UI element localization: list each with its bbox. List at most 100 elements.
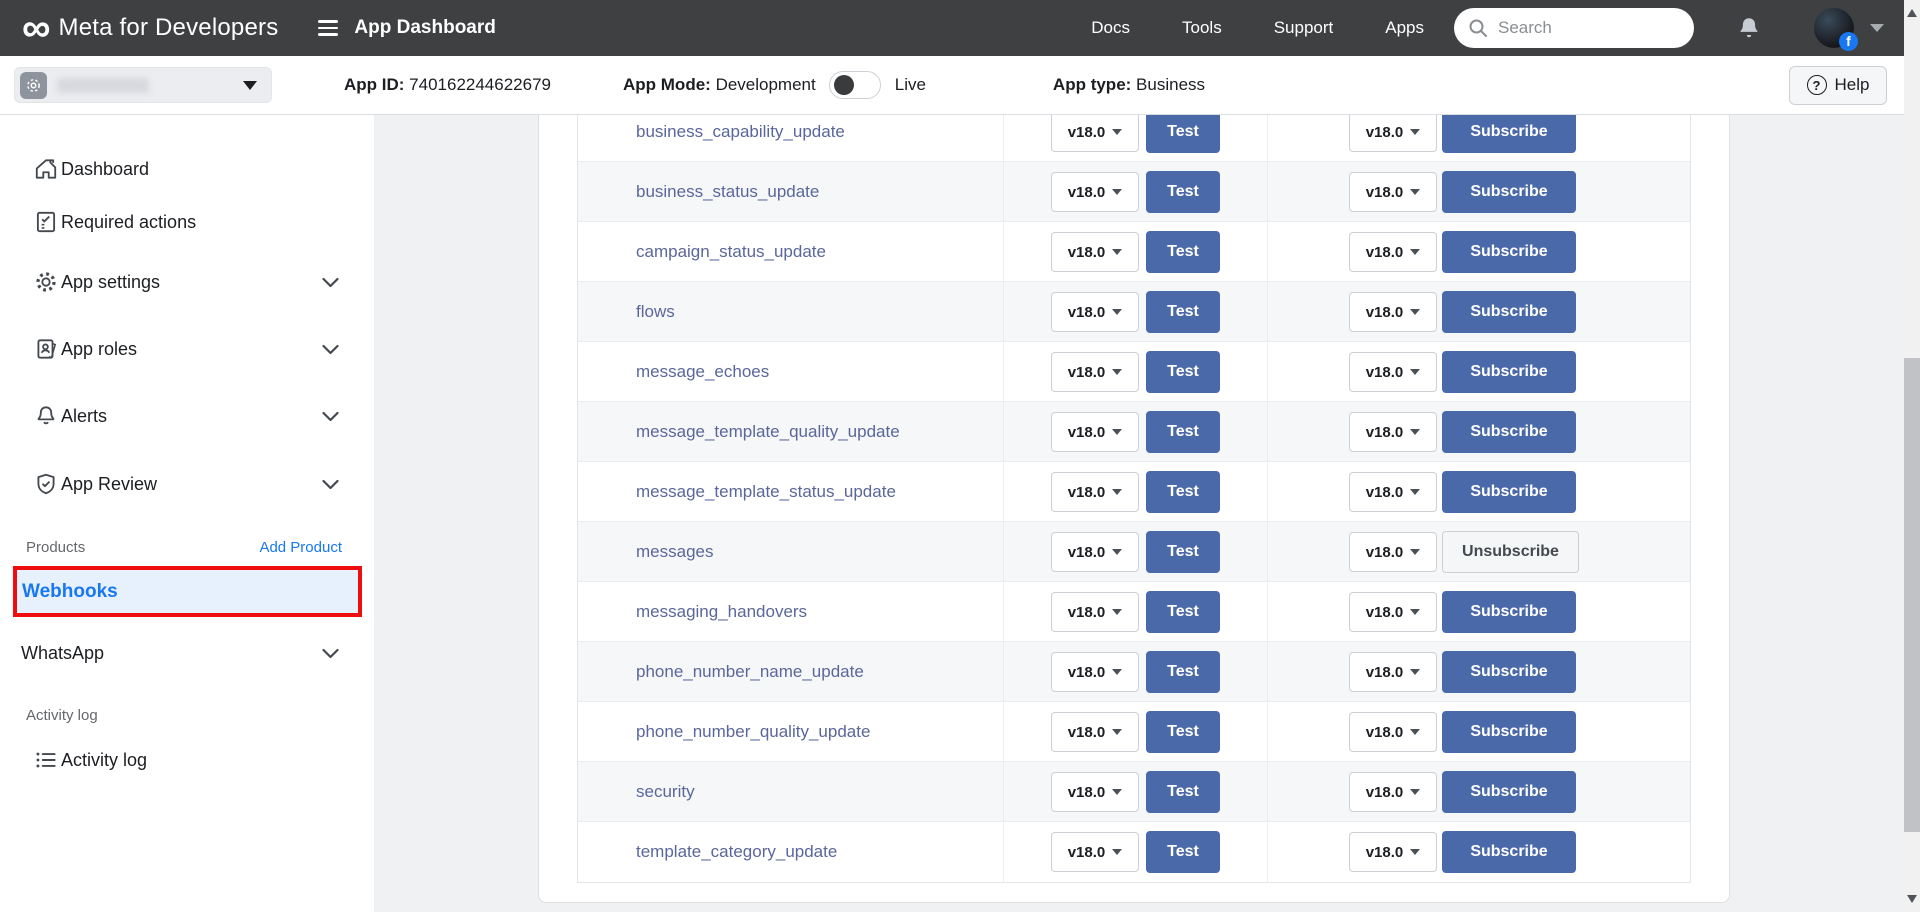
test-version-select[interactable]: v18.0 [1051,115,1139,152]
subscribe-version-select[interactable]: v18.0 [1349,592,1437,632]
test-button[interactable]: Test [1146,771,1220,813]
test-button[interactable]: Test [1146,651,1220,693]
webhook-field-link[interactable]: message_echoes [636,362,769,382]
subscribe-version-select[interactable]: v18.0 [1349,232,1437,272]
test-button[interactable]: Test [1146,591,1220,633]
test-version-select[interactable]: v18.0 [1051,652,1139,692]
test-button[interactable]: Test [1146,831,1220,873]
test-button[interactable]: Test [1146,351,1220,393]
test-version-select[interactable]: v18.0 [1051,532,1139,572]
subscribe-button[interactable]: Subscribe [1442,351,1576,393]
test-version-select[interactable]: v18.0 [1051,352,1139,392]
test-button[interactable]: Test [1146,115,1220,153]
test-version-select[interactable]: v18.0 [1051,232,1139,272]
user-avatar[interactable]: f [1814,8,1854,48]
subscribe-button[interactable]: Subscribe [1442,231,1576,273]
test-version-select[interactable]: v18.0 [1051,172,1139,212]
annotation-red-box: Webhooks [13,566,362,617]
subscribe-version-select[interactable]: v18.0 [1349,352,1437,392]
subscribe-version-select[interactable]: v18.0 [1349,412,1437,452]
test-button[interactable]: Test [1146,471,1220,513]
subscribe-version-select[interactable]: v18.0 [1349,115,1437,152]
webhook-field-link[interactable]: business_status_update [636,182,819,202]
webhook-field-link[interactable]: security [636,782,695,802]
test-version-select[interactable]: v18.0 [1051,772,1139,812]
sidebar-item-alerts[interactable]: Alerts [0,398,374,434]
subscribe-version-select[interactable]: v18.0 [1349,772,1437,812]
subscribe-version-select[interactable]: v18.0 [1349,292,1437,332]
test-version-select[interactable]: v18.0 [1051,712,1139,752]
webhook-fields-table: business_capability_update v18.0 Test v1… [577,115,1691,883]
hamburger-menu-icon[interactable] [318,20,338,36]
left-sidebar: Dashboard Required actions App settings … [0,115,374,912]
nav-link-docs[interactable]: Docs [1091,18,1130,38]
subscribe-button[interactable]: Subscribe [1442,291,1576,333]
subscribe-button[interactable]: Subscribe [1442,115,1576,153]
nav-link-tools[interactable]: Tools [1182,18,1222,38]
sidebar-item-activity-log[interactable]: Activity log [0,742,374,778]
webhook-field-link[interactable]: template_category_update [636,842,837,862]
caret-down-icon [1112,489,1122,495]
app-selector-caret-icon [243,81,257,90]
subscribe-button[interactable]: Subscribe [1442,831,1576,873]
test-button[interactable]: Test [1146,171,1220,213]
webhook-field-link[interactable]: campaign_status_update [636,242,826,262]
subscribe-version-select[interactable]: v18.0 [1349,832,1437,872]
search-input[interactable] [1454,8,1694,48]
test-version-select[interactable]: v18.0 [1051,592,1139,632]
subscribe-version-select[interactable]: v18.0 [1349,532,1437,572]
chevron-down-icon [322,344,339,355]
test-version-select[interactable]: v18.0 [1051,472,1139,512]
webhook-field-link[interactable]: flows [636,302,675,322]
test-button[interactable]: Test [1146,531,1220,573]
subscribe-button[interactable]: Subscribe [1442,411,1576,453]
scrollbar-thumb[interactable] [1904,358,1920,832]
nav-link-support[interactable]: Support [1274,18,1334,38]
webhook-field-link[interactable]: phone_number_name_update [636,662,864,682]
subscribe-button[interactable]: Subscribe [1442,771,1576,813]
test-version-select[interactable]: v18.0 [1051,412,1139,452]
app-mode-toggle[interactable] [829,71,881,99]
subscribe-version-select[interactable]: v18.0 [1349,172,1437,212]
page-scrollbar[interactable] [1904,0,1920,912]
sidebar-item-app-roles[interactable]: App roles [0,331,374,367]
account-menu-caret-icon[interactable] [1870,24,1884,32]
scroll-up-arrow-icon[interactable] [1907,9,1917,17]
subscribe-button[interactable]: Subscribe [1442,471,1576,513]
sidebar-item-required-actions[interactable]: Required actions [0,204,374,240]
test-version-select[interactable]: v18.0 [1051,292,1139,332]
sidebar-item-webhooks[interactable]: Webhooks [17,570,358,613]
subscribe-button[interactable]: Subscribe [1442,711,1576,753]
subscribe-version-select[interactable]: v18.0 [1349,652,1437,692]
unsubscribe-button[interactable]: Unsubscribe [1442,531,1579,573]
brand-wordmark: Meta for Developers [59,14,279,42]
webhook-field-link[interactable]: messages [636,542,713,562]
test-button[interactable]: Test [1146,291,1220,333]
subscribe-version-select[interactable]: v18.0 [1349,472,1437,512]
subscribe-version-select[interactable]: v18.0 [1349,712,1437,752]
add-product-link[interactable]: Add Product [259,539,342,556]
help-button[interactable]: ? Help [1789,66,1887,105]
webhook-field-link[interactable]: message_template_quality_update [636,422,900,442]
scroll-down-arrow-icon[interactable] [1907,895,1917,903]
caret-down-icon [1112,309,1122,315]
test-button[interactable]: Test [1146,711,1220,753]
webhook-field-link[interactable]: message_template_status_update [636,482,896,502]
meta-brand[interactable]: ∞ Meta for Developers [22,13,278,43]
notifications-bell-icon[interactable] [1736,15,1762,41]
sidebar-item-dashboard[interactable]: Dashboard [0,151,374,187]
subscribe-button[interactable]: Subscribe [1442,651,1576,693]
test-version-select[interactable]: v18.0 [1051,832,1139,872]
subscribe-button[interactable]: Subscribe [1442,171,1576,213]
nav-link-apps[interactable]: Apps [1385,18,1424,38]
webhook-field-link[interactable]: messaging_handovers [636,602,807,622]
sidebar-item-whatsapp[interactable]: WhatsApp [0,635,374,671]
app-selector-dropdown[interactable] [14,67,272,103]
sidebar-item-app-settings[interactable]: App settings [0,264,374,300]
test-button[interactable]: Test [1146,411,1220,453]
subscribe-button[interactable]: Subscribe [1442,591,1576,633]
webhook-field-link[interactable]: business_capability_update [636,122,845,142]
webhook-field-link[interactable]: phone_number_quality_update [636,722,870,742]
test-button[interactable]: Test [1146,231,1220,273]
sidebar-item-app-review[interactable]: App Review [0,466,374,502]
